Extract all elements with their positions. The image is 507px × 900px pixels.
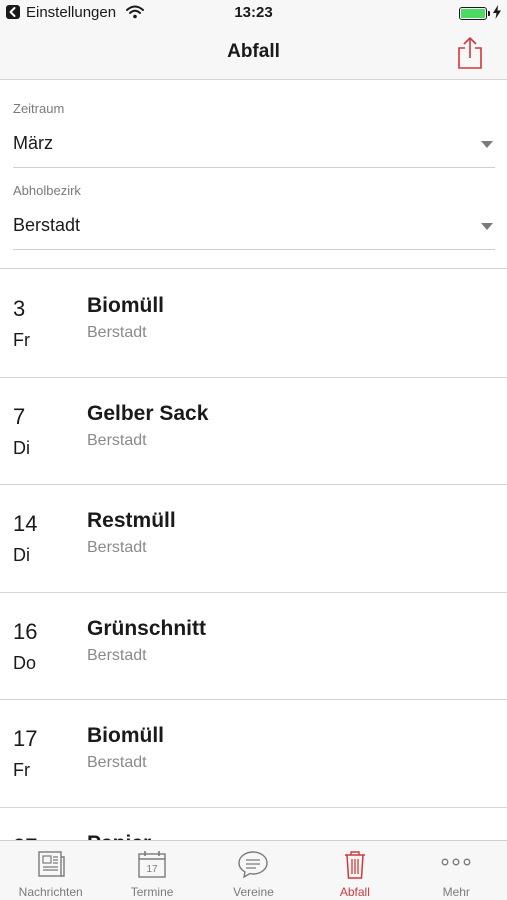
calendar-icon[interactable]: 17 xyxy=(136,849,168,879)
tab-termine[interactable]: 17 Termine xyxy=(101,841,202,900)
period-label: Zeitraum xyxy=(13,101,65,116)
pickup-district: Berstadt xyxy=(87,754,147,771)
newspaper-icon[interactable] xyxy=(35,849,67,879)
waste-type: Papier xyxy=(87,832,151,841)
status-time: 13:23 xyxy=(234,4,273,21)
district-select[interactable]: Abholbezirk Berstadt xyxy=(13,183,495,250)
status-bar: Einstellungen 13:23 xyxy=(0,0,507,28)
tab-label: Mehr xyxy=(442,885,470,899)
tab-label: Vereine xyxy=(233,885,274,899)
pickup-day: 7 xyxy=(13,403,26,429)
tab-label: Nachrichten xyxy=(18,885,83,899)
list-item[interactable]: 17 Fr Biomüll Berstadt xyxy=(0,700,507,808)
list-item[interactable]: 3 Fr Biomüll Berstadt xyxy=(0,270,507,378)
waste-type: Gelber Sack xyxy=(87,401,209,425)
district-value[interactable]: Berstadt xyxy=(13,215,80,236)
dropdown-caret-icon[interactable] xyxy=(481,223,493,230)
chat-bubble-icon[interactable] xyxy=(237,849,269,879)
page-title: Abfall xyxy=(227,41,280,62)
list-item[interactable]: 16 Do Grünschnitt Berstadt xyxy=(0,593,507,700)
tab-label: Abfall xyxy=(339,885,370,899)
tab-label: Termine xyxy=(130,885,174,899)
pickup-district: Berstadt xyxy=(87,646,147,664)
tab-mehr[interactable]: Mehr xyxy=(406,841,507,900)
period-select[interactable]: Zeitraum März xyxy=(13,101,495,168)
pickup-district: Berstadt xyxy=(87,324,147,341)
tab-nachrichten[interactable]: Nachrichten xyxy=(0,841,101,900)
pickup-district: Berstadt xyxy=(87,431,147,449)
pickup-district: Berstadt xyxy=(87,539,147,556)
waste-type: Grünschnitt xyxy=(87,616,206,640)
pickup-list: 3 Fr Biomüll Berstadt 7 Di Gelber Sack B… xyxy=(0,270,507,840)
tab-abfall[interactable]: Abfall xyxy=(304,841,405,900)
pickup-weekday: Do xyxy=(13,652,37,673)
pickup-day: 3 xyxy=(13,296,26,321)
tab-bar: Nachrichten 17 Termine Vereine Abfall Me… xyxy=(0,840,507,900)
pickup-day: 16 xyxy=(13,618,38,644)
share-icon[interactable] xyxy=(455,36,485,70)
more-dots-icon[interactable] xyxy=(440,849,472,879)
district-label: Abholbezirk xyxy=(13,183,81,198)
period-value[interactable]: März xyxy=(13,133,53,154)
battery-level xyxy=(461,9,485,18)
pickup-weekday: Fr xyxy=(13,760,30,780)
pickup-day: 14 xyxy=(13,511,38,536)
tab-vereine[interactable]: Vereine xyxy=(203,841,304,900)
filter-section: Zeitraum März Abholbezirk Berstadt xyxy=(0,81,507,269)
battery-icon xyxy=(459,7,487,20)
waste-type: Biomüll xyxy=(87,294,164,317)
list-item[interactable]: 14 Di Restmüll Berstadt xyxy=(0,485,507,593)
charging-bolt-icon xyxy=(493,5,501,24)
waste-type: Restmüll xyxy=(87,509,176,532)
pickup-weekday: Di xyxy=(13,545,30,565)
pickup-day: 17 xyxy=(13,726,38,751)
svg-text:17: 17 xyxy=(147,864,159,875)
list-item[interactable]: 27 Papier xyxy=(0,808,507,841)
navigation-bar: Abfall xyxy=(0,28,507,80)
dropdown-caret-icon[interactable] xyxy=(481,141,493,148)
waste-type: Biomüll xyxy=(87,724,164,747)
trash-icon[interactable] xyxy=(339,849,371,879)
battery-tip xyxy=(488,11,490,16)
pickup-weekday: Fr xyxy=(13,330,30,350)
list-item[interactable]: 7 Di Gelber Sack Berstadt xyxy=(0,378,507,485)
pickup-weekday: Di xyxy=(13,437,30,458)
